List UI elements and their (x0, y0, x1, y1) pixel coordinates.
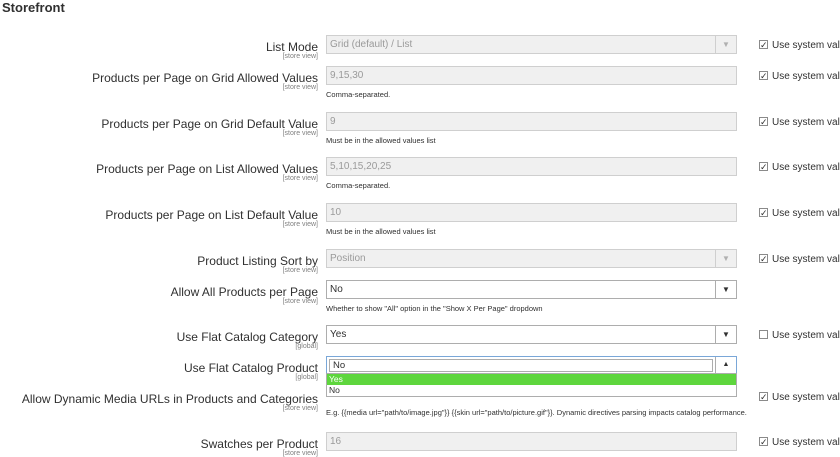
checkmark-icon: ✓ (760, 437, 768, 447)
system-value-label: Use system value (772, 254, 840, 265)
grid-default-value-input[interactable]: 9 (326, 112, 737, 131)
field-label: Use Flat Catalog Category (176, 330, 318, 344)
field-note: Comma-separated. (326, 181, 391, 190)
flat-catalog-product-select[interactable]: No ▲ (326, 356, 737, 374)
scope-label: [store view] (282, 267, 318, 274)
checkbox-box[interactable] (759, 330, 768, 339)
checkmark-icon: ✓ (760, 162, 768, 172)
scope-label: [store view] (282, 84, 318, 91)
use-system-value-checkbox[interactable]: ✓ Use system value (759, 392, 840, 403)
checkmark-icon: ✓ (760, 40, 768, 50)
scope-label: [store view] (282, 298, 318, 305)
system-value-label: Use system value (772, 392, 840, 403)
chevron-down-icon[interactable]: ▼ (715, 281, 736, 298)
system-value-label: Use system value (772, 437, 840, 448)
system-value-label: Use system value (772, 71, 840, 82)
field-label: Products per Page on Grid Allowed Values (92, 71, 318, 85)
field-label: Products per Page on List Allowed Values (96, 162, 318, 176)
field-label: Swatches per Product (200, 437, 318, 451)
field-label: List Mode (265, 40, 318, 54)
select-value: No (329, 359, 713, 372)
checkbox-box[interactable]: ✓ (759, 117, 768, 127)
checkmark-icon: ✓ (760, 117, 768, 127)
list-default-value-input[interactable]: 10 (326, 203, 737, 222)
select-value: Position (330, 253, 366, 264)
chevron-down-icon[interactable]: ▼ (715, 36, 736, 53)
field-note: Comma-separated. (326, 90, 391, 99)
select-value: Grid (default) / List (330, 39, 413, 50)
use-system-value-checkbox[interactable]: ✓ Use system value (759, 254, 840, 265)
input-value: 9 (330, 116, 336, 127)
system-value-label: Use system value (772, 162, 840, 173)
field-label: Products per Page on Grid Default Value (101, 117, 318, 131)
use-system-value-checkbox[interactable]: ✓ Use system value (759, 71, 840, 82)
select-value: No (330, 284, 343, 295)
swatches-per-product-input[interactable]: 16 (326, 432, 737, 451)
chevron-down-icon[interactable]: ▼ (715, 326, 736, 343)
field-note: E.g. {{media url="path/to/image.jpg"}} {… (326, 408, 747, 417)
system-value-label: Use system value (772, 40, 840, 51)
scope-label: [store view] (282, 53, 318, 60)
chevron-up-icon[interactable]: ▲ (715, 357, 736, 373)
system-value-label: Use system value (772, 117, 840, 128)
use-system-value-checkbox[interactable]: ✓ Use system value (759, 117, 840, 128)
input-value: 10 (330, 207, 342, 218)
checkbox-box[interactable]: ✓ (759, 208, 768, 218)
checkbox-box[interactable]: ✓ (759, 437, 768, 447)
chevron-down-icon[interactable]: ▼ (715, 250, 736, 267)
checkbox-box[interactable]: ✓ (759, 254, 768, 264)
input-value: 5,10,15,20,25 (330, 161, 392, 172)
allow-all-products-select[interactable]: No ▼ (326, 280, 737, 299)
system-value-label: Use system value (772, 330, 840, 341)
field-label: Product Listing Sort by (197, 254, 318, 268)
field-label: Products per Page on List Default Value (105, 208, 318, 222)
use-system-value-checkbox[interactable]: ✓ Use system value (759, 208, 840, 219)
field-label: Use Flat Catalog Product (183, 361, 318, 375)
use-system-value-checkbox[interactable]: ✓ Use system value (759, 162, 840, 173)
field-note: Must be in the allowed values list (326, 227, 436, 236)
scope-label: [store view] (282, 405, 318, 412)
checkmark-icon: ✓ (760, 71, 768, 81)
section-title: Storefront (2, 0, 65, 15)
field-note: Whether to show "All" option in the "Sho… (326, 304, 543, 313)
select-value: Yes (330, 329, 347, 340)
flat-catalog-product-options: Yes No (326, 373, 737, 397)
field-note: Must be in the allowed values list (326, 136, 436, 145)
checkbox-box[interactable]: ✓ (759, 71, 768, 81)
use-system-value-checkbox[interactable]: ✓ Use system value (759, 437, 840, 448)
field-label: Allow All Products per Page (170, 285, 318, 299)
use-system-value-checkbox[interactable]: Use system value (759, 330, 840, 341)
option-no[interactable]: No (327, 385, 736, 396)
list-mode-select[interactable]: Grid (default) / List ▼ (326, 35, 737, 54)
scope-label: [store view] (282, 450, 318, 457)
flat-catalog-category-select[interactable]: Yes ▼ (326, 325, 737, 344)
use-system-value-checkbox[interactable]: ✓ Use system value (759, 40, 840, 51)
grid-allowed-values-input[interactable]: 9,15,30 (326, 66, 737, 85)
list-allowed-values-input[interactable]: 5,10,15,20,25 (326, 157, 737, 176)
scope-label: [store view] (282, 221, 318, 228)
input-value: 16 (330, 436, 342, 447)
scope-label: [global] (295, 343, 318, 350)
checkmark-icon: ✓ (760, 208, 768, 218)
system-value-label: Use system value (772, 208, 840, 219)
scope-label: [store view] (282, 175, 318, 182)
checkbox-box[interactable]: ✓ (759, 162, 768, 172)
checkmark-icon: ✓ (760, 392, 768, 402)
checkbox-box[interactable]: ✓ (759, 392, 768, 402)
checkmark-icon: ✓ (760, 254, 768, 264)
input-value: 9,15,30 (330, 70, 364, 81)
field-label: Allow Dynamic Media URLs in Products and… (21, 392, 318, 406)
sort-by-select[interactable]: Position ▼ (326, 249, 737, 268)
option-yes[interactable]: Yes (327, 374, 736, 385)
scope-label: [global] (295, 374, 318, 381)
scope-label: [store view] (282, 130, 318, 137)
checkbox-box[interactable]: ✓ (759, 40, 768, 50)
